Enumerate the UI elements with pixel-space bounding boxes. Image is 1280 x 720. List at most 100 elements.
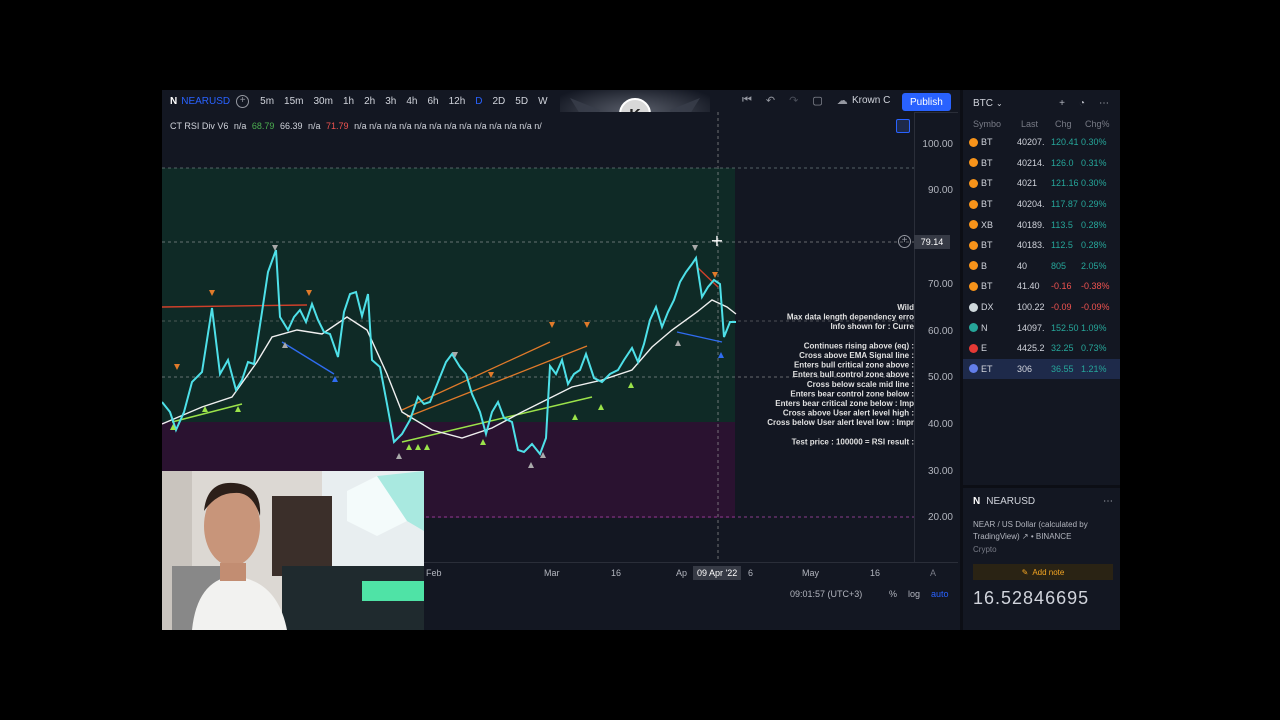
watchlist-row[interactable]: BT 40207. 120.41 0.30% — [963, 132, 1120, 153]
webcam-overlay — [162, 471, 424, 630]
watchlist-row[interactable]: N 14097. 152.50 1.09% — [963, 317, 1120, 338]
price-scale[interactable]: 100.00 90.00 70.00 60.00 50.00 40.00 30.… — [914, 112, 959, 562]
interval-d[interactable]: D — [470, 96, 487, 107]
add-symbol-icon[interactable]: + — [1059, 98, 1065, 109]
interval-2h[interactable]: 2h — [359, 96, 380, 107]
chevron-down-icon[interactable]: ⌄ — [996, 99, 1003, 108]
near-logo-icon: N — [973, 496, 981, 507]
symbol-cell: BT — [981, 178, 993, 189]
chg-cell: 32.25 — [1051, 343, 1074, 354]
crosshair-date-label: 09 Apr '22 — [693, 566, 742, 580]
annotation-line: Enters bull critical zone above : — [794, 361, 914, 370]
redo-icon[interactable]: ↷ — [789, 94, 798, 107]
interval-3h[interactable]: 3h — [380, 96, 401, 107]
last-cell: 40214. — [1017, 157, 1045, 168]
details-description: NEAR / US Dollar (calculated by TradingV… — [973, 520, 1088, 541]
interval-15m[interactable]: 15m — [279, 96, 308, 107]
chg-pct-cell: 0.73% — [1081, 343, 1107, 354]
chg-cell: 36.55 — [1051, 363, 1074, 374]
crosshair-price-label: 79.14 — [914, 235, 950, 249]
annotation-line: Cross above User alert level high : — [783, 409, 914, 418]
chg-pct-cell: 0.28% — [1081, 240, 1107, 251]
compare-plus-icon[interactable]: + — [236, 94, 250, 108]
indicator-legend[interactable]: CT RSI Div V6 n/a 68.79 66.39 n/a 71.79 … — [170, 121, 545, 131]
interval-1h[interactable]: 1h — [338, 96, 359, 107]
symbol-cell: ET — [981, 363, 993, 374]
interval-w[interactable]: W — [533, 96, 552, 107]
watchlist-row[interactable]: E 4425.2 32.25 0.73% — [963, 338, 1120, 359]
symbol-cell: BT — [981, 281, 993, 292]
interval-12h[interactable]: 12h — [444, 96, 471, 107]
watchlist-columns: Symbo Last Chg Chg% — [973, 119, 1110, 129]
watchlist-header: BTC ⌄ + ◔ ⋯ — [963, 90, 1120, 116]
chg-pct-cell: -0.09% — [1081, 302, 1110, 313]
watchlist-row[interactable]: DX 100.22 -0.09 -0.09% — [963, 297, 1120, 318]
settings-icon[interactable] — [896, 119, 910, 133]
pencil-icon: ✎ — [1021, 567, 1029, 577]
symbol-cell: XB — [981, 219, 994, 230]
auto-toggle[interactable]: auto — [931, 589, 949, 599]
add-alert-plus-icon[interactable]: + — [898, 235, 911, 248]
near-logo-icon: N — [170, 95, 178, 107]
last-cell: 4425.2 — [1017, 343, 1045, 354]
chart-pie-icon[interactable]: ◔ — [1079, 98, 1085, 109]
clock-label[interactable]: 09:01:57 (UTC+3) — [790, 589, 862, 599]
annotation-line: Cross below User alert level low : Impr — [767, 418, 914, 427]
symbol-search-button[interactable]: N NEARUSD — [162, 96, 230, 107]
watchlist-row[interactable]: BT 40183. 112.5 0.28% — [963, 235, 1120, 256]
rewind-icon[interactable]: ⏮ — [742, 94, 752, 107]
last-cell: 40 — [1017, 260, 1028, 271]
chg-cell: 152.50 — [1051, 322, 1079, 333]
symbol-cell: DX — [981, 302, 994, 313]
watchlist-rows: BT 40207. 120.41 0.30% BT 40214. 126.0 0.31% BT 4… — [963, 132, 1120, 380]
watchlist-row[interactable]: XB 40189. 113.5 0.28% — [963, 214, 1120, 235]
more-icon[interactable]: ⋯ — [1103, 496, 1113, 507]
watchlist-panel: BTC ⌄ + ◔ ⋯ Symbo Last Chg Chg% BT 40207.… — [960, 90, 1120, 630]
undo-icon[interactable]: ↶ — [766, 94, 775, 107]
interval-6h[interactable]: 6h — [422, 96, 443, 107]
scroll-icon[interactable]: A — [930, 568, 936, 578]
chg-cell: 120.41 — [1051, 137, 1079, 148]
symbol-label: NEARUSD — [181, 95, 231, 107]
annotation-line: Cross above EMA Signal line : — [799, 351, 914, 360]
interval-30m[interactable]: 30m — [309, 96, 338, 107]
last-cell: 306 — [1017, 363, 1033, 374]
cloud-icon[interactable]: ☁ — [837, 94, 848, 107]
interval-4h[interactable]: 4h — [401, 96, 422, 107]
percent-toggle[interactable]: % — [889, 589, 897, 599]
symbol-cell: BT — [981, 240, 993, 251]
watchlist-row[interactable]: BT 41.40 -0.16 -0.38% — [963, 276, 1120, 297]
symbol-cell: B — [981, 260, 988, 271]
watchlist-row[interactable]: BT 40214. 126.0 0.31% — [963, 153, 1120, 174]
indicator-name: CT RSI Div V6 — [170, 121, 229, 131]
chg-cell: -0.16 — [1051, 281, 1072, 292]
watchlist-row[interactable]: ET 306 36.55 1.21% — [963, 358, 1120, 380]
layout-name[interactable]: Krown C — [852, 95, 890, 106]
annotation-line: Cross below scale mid line : — [807, 380, 914, 389]
chg-cell: 805 — [1051, 260, 1067, 271]
fullscreen-icon[interactable]: ▢ — [812, 94, 822, 107]
chg-pct-cell: 1.21% — [1081, 363, 1107, 374]
symbol-cell: BT — [981, 137, 993, 148]
bull-zone — [162, 168, 735, 422]
more-icon[interactable]: ⋯ — [1099, 98, 1109, 109]
interval-2d[interactable]: 2D — [488, 96, 511, 107]
watchlist-row[interactable]: B 40 805 2.05% — [963, 256, 1120, 277]
watchlist-row[interactable]: BT 4021 121.16 0.30% — [963, 173, 1120, 194]
last-cell: 40189. — [1017, 219, 1045, 230]
publish-button[interactable]: Publish — [902, 93, 951, 111]
symbol-details: N NEARUSD ⋯ NEAR / US Dollar (calculated… — [963, 485, 1120, 617]
symbol-cell: BT — [981, 157, 993, 168]
watchlist-name[interactable]: BTC — [973, 98, 993, 109]
chg-cell: 121.16 — [1051, 178, 1079, 189]
log-toggle[interactable]: log — [908, 589, 920, 599]
interval-5m[interactable]: 5m — [255, 96, 279, 107]
interval-5d[interactable]: 5D — [510, 96, 533, 107]
last-cell: 4021 — [1017, 178, 1038, 189]
add-note-button[interactable]: ✎ Add note — [973, 564, 1113, 580]
chg-cell: 113.5 — [1051, 219, 1073, 230]
last-cell: 100.22 — [1017, 302, 1045, 313]
symbol-cell: N — [981, 322, 988, 333]
watchlist-row[interactable]: BT 40204. 117.87 0.29% — [963, 194, 1120, 215]
last-cell: 14097. — [1017, 322, 1045, 333]
